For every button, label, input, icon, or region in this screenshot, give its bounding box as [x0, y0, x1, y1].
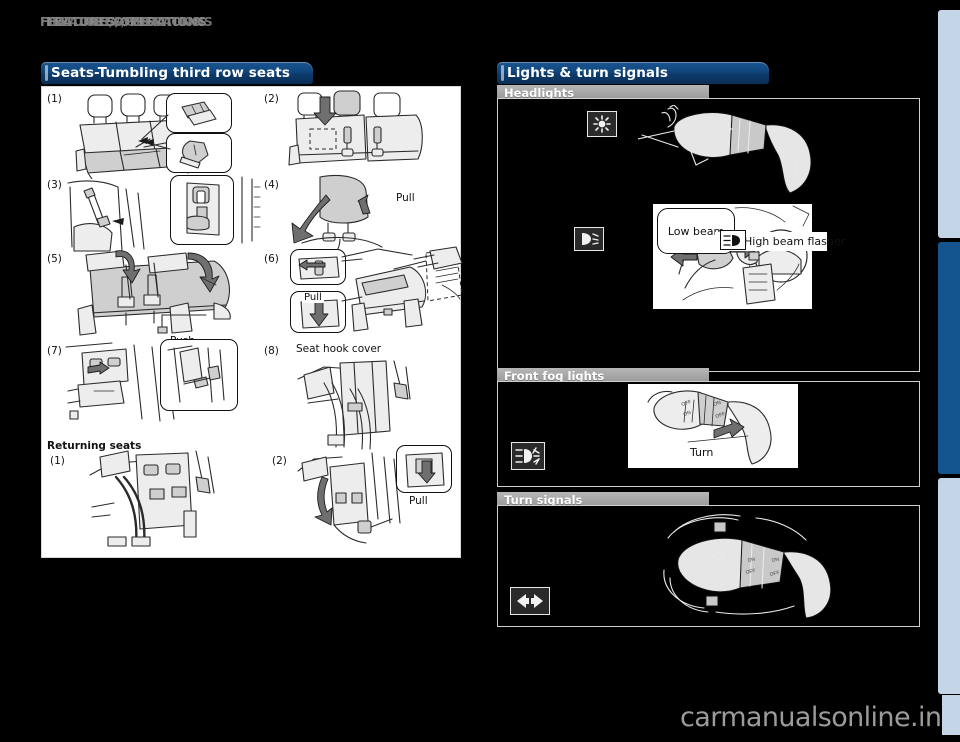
release-lever-icon — [298, 256, 340, 280]
headlights-panel: Low beam High beam flasher — [497, 98, 920, 372]
headlight-switch-illustration — [638, 105, 812, 194]
headlight-symbol-icon — [587, 111, 617, 137]
figure-6-pull-label: Pull — [302, 292, 324, 303]
page-header: FEATURES/OPERATIONS FEATURES/OPERATIONS … — [40, 14, 460, 36]
figure-returning-2-caption: Pull — [409, 495, 428, 507]
headlight-glyph — [593, 115, 611, 133]
step-label-1: (1) — [47, 93, 62, 105]
watermark: carmanualsonline.info — [680, 702, 960, 733]
step-label-3: (3) — [47, 179, 62, 191]
high-beam-glyph — [723, 234, 740, 246]
figure-4-headrest — [291, 174, 383, 253]
returning-step-label-1: (1) — [50, 455, 65, 467]
figure-3-detail-callout — [170, 175, 234, 245]
low-beam-illustration-plate: Low beam — [653, 204, 812, 309]
buckled-belt-detail-icon — [179, 140, 209, 169]
step-label-6: (6) — [264, 253, 279, 265]
seats-illustration-panel: (1) (2) (3) (4) Pull (5) (6) Pull (7) (8… — [41, 86, 463, 558]
figure-5-folded-seats — [77, 250, 231, 336]
turn-signal-glyph — [517, 594, 543, 608]
step-label-8: (8) — [264, 345, 279, 357]
left-section-title: Seats-Tumbling third row seats — [51, 65, 290, 81]
step-label-2: (2) — [264, 93, 279, 105]
figure-8-seat-hook-cover — [297, 360, 411, 450]
anchor-detail-icon — [186, 182, 220, 236]
pull-lever-detail-icon — [405, 452, 445, 488]
tab-1[interactable] — [938, 10, 960, 238]
low-beam-symbol-icon — [574, 227, 604, 251]
page-title: FEATURES/OPERATIONS — [40, 14, 201, 29]
figure-7-detail-callout — [160, 339, 238, 411]
returning-step-label-2: (2) — [272, 455, 287, 467]
watermark-block — [942, 695, 960, 735]
tab-rail — [938, 0, 960, 742]
left-section-banner: Seats-Tumbling third row seats — [41, 62, 313, 84]
tab-2[interactable] — [938, 242, 960, 474]
figure-6-leader-lines — [341, 258, 363, 302]
high-beam-flasher-symbol-icon — [720, 230, 746, 250]
hook-detail-icon — [167, 345, 225, 403]
figure-1-leader-lines — [138, 114, 171, 150]
figure-2-seatback — [288, 90, 423, 166]
high-beam-flasher-label: High beam flasher — [744, 235, 846, 248]
step-label-5: (5) — [47, 253, 62, 265]
buckle-detail-icon — [181, 101, 217, 126]
figure-returning-1 — [89, 450, 215, 547]
banner-tick-icon-right — [501, 65, 504, 81]
low-beam-glyph — [582, 233, 599, 245]
figure-returning-2-callout — [396, 445, 452, 493]
turn-signal-symbol-icon — [510, 587, 550, 615]
fog-light-switch-plate: OFF ON ON OFF Turn — [628, 384, 798, 468]
right-section-title: Lights & turn signals — [507, 65, 669, 81]
figure-4-caption: Pull — [396, 192, 415, 204]
turn-signals-panel: ON OFF ON OFF — [497, 505, 920, 627]
step-label-4: (4) — [264, 179, 279, 191]
front-fog-lights-panel: OFF ON ON OFF Turn — [497, 381, 920, 487]
fog-light-symbol-icon — [511, 442, 545, 470]
figure-returning-2 — [297, 452, 401, 544]
fog-light-turn-caption: Turn — [690, 446, 714, 459]
turn-signal-lever-illustration: ON OFF ON OFF — [663, 514, 832, 619]
banner-tick-icon — [45, 65, 48, 81]
step-label-7: (7) — [47, 345, 62, 357]
right-section-banner: Lights & turn signals — [497, 62, 769, 84]
fog-light-glyph — [514, 447, 540, 465]
figure-8-caption: Seat hook cover — [296, 343, 382, 355]
tab-3[interactable] — [938, 478, 960, 694]
